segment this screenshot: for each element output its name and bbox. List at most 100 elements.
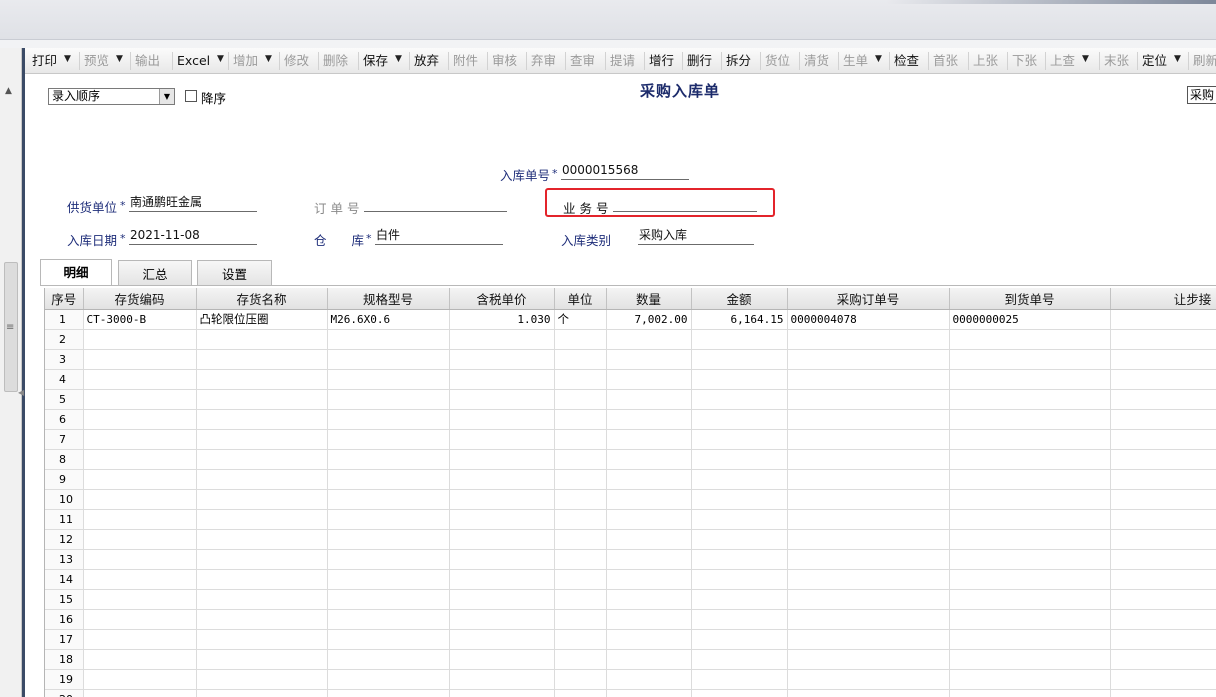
cell-concession[interactable] <box>1110 409 1216 430</box>
cell-unit[interactable] <box>554 589 607 610</box>
cell-unit[interactable] <box>554 409 607 430</box>
chevron-down-icon[interactable]: ▼ <box>217 54 224 64</box>
cell-item-code[interactable] <box>83 449 197 470</box>
left-scroll-pane[interactable]: ▲ ≡ <box>0 48 22 697</box>
toolbar-discard-button[interactable]: 放弃 <box>414 53 439 69</box>
toolbar-first-button[interactable]: 首张 <box>933 53 958 69</box>
cell-arrival-number[interactable] <box>949 489 1111 510</box>
column-header-spec[interactable]: 规格型号 <box>327 288 450 310</box>
cell-item-name[interactable] <box>196 449 328 470</box>
cell-quantity[interactable] <box>606 389 692 410</box>
column-header-item-code[interactable]: 存货编码 <box>83 288 197 310</box>
toolbar-preview-button[interactable]: 预览 <box>84 53 109 69</box>
table-row[interactable]: 10 <box>45 489 1216 510</box>
cell-quantity[interactable] <box>606 469 692 490</box>
cell-arrival-number[interactable] <box>949 349 1111 370</box>
cell-unit-price[interactable] <box>449 589 555 610</box>
table-row[interactable]: 13 <box>45 549 1216 570</box>
cell-item-code[interactable] <box>83 629 197 650</box>
cell-spec[interactable] <box>327 449 450 470</box>
cell-unit-price[interactable] <box>449 669 555 690</box>
cell-amount[interactable] <box>691 549 788 570</box>
toolbar-refresh-button[interactable]: 刷新 <box>1193 53 1216 69</box>
cell-amount[interactable] <box>691 589 788 610</box>
chevron-down-icon[interactable]: ▼ <box>116 54 123 64</box>
toolbar-edit-button[interactable]: 修改 <box>284 53 309 69</box>
cell-concession[interactable] <box>1110 629 1216 650</box>
cell-item-name[interactable] <box>196 549 328 570</box>
cell-arrival-number[interactable]: 0000000025 <box>949 309 1111 330</box>
cell-unit[interactable] <box>554 489 607 510</box>
cell-po-number[interactable] <box>787 469 950 490</box>
chevron-down-icon[interactable]: ▼ <box>265 54 272 64</box>
cell-concession[interactable] <box>1110 329 1216 350</box>
column-header-amount[interactable]: 金额 <box>691 288 788 310</box>
cell-item-name[interactable] <box>196 649 328 670</box>
cell-item-code[interactable] <box>83 529 197 550</box>
cell-quantity[interactable] <box>606 369 692 390</box>
cell-amount[interactable] <box>691 449 788 470</box>
cell-concession[interactable] <box>1110 649 1216 670</box>
cell-arrival-number[interactable] <box>949 429 1111 450</box>
column-header-quantity[interactable]: 数量 <box>606 288 692 310</box>
cell-spec[interactable] <box>327 409 450 430</box>
cell-quantity[interactable] <box>606 689 692 697</box>
tab-settings[interactable]: 设置 <box>197 260 272 286</box>
cell-unit[interactable] <box>554 429 607 450</box>
table-row[interactable]: 20 <box>45 689 1216 697</box>
cell-concession[interactable] <box>1110 569 1216 590</box>
toolbar-attachment-button[interactable]: 附件 <box>453 53 478 69</box>
cell-unit-price[interactable] <box>449 389 555 410</box>
cell-item-code[interactable] <box>83 509 197 530</box>
cell-arrival-number[interactable] <box>949 329 1111 350</box>
cell-unit[interactable] <box>554 509 607 530</box>
cell-item-code[interactable] <box>83 349 197 370</box>
chevron-down-icon[interactable]: ▼ <box>1174 54 1181 64</box>
cell-unit[interactable] <box>554 549 607 570</box>
toolbar-locate-button[interactable]: 定位 <box>1142 53 1167 69</box>
tab-detail[interactable]: 明细 <box>40 259 112 286</box>
cell-spec[interactable] <box>327 369 450 390</box>
cell-concession[interactable] <box>1110 509 1216 530</box>
cell-unit-price[interactable] <box>449 629 555 650</box>
cell-spec[interactable] <box>327 569 450 590</box>
cell-po-number[interactable] <box>787 449 950 470</box>
tab-summary[interactable]: 汇总 <box>118 260 192 286</box>
table-row[interactable]: 6 <box>45 409 1216 430</box>
toolbar-check-audit-button[interactable]: 查审 <box>570 53 595 69</box>
cell-spec[interactable] <box>327 349 450 370</box>
cell-spec[interactable] <box>327 629 450 650</box>
cell-concession[interactable] <box>1110 609 1216 630</box>
cell-item-code[interactable]: CT-3000-B <box>83 309 197 330</box>
cell-item-name[interactable] <box>196 509 328 530</box>
cell-po-number[interactable] <box>787 589 950 610</box>
toolbar-generate-button[interactable]: 生单 <box>843 53 868 69</box>
cell-quantity[interactable] <box>606 409 692 430</box>
cell-item-name[interactable] <box>196 689 328 697</box>
cell-unit[interactable] <box>554 369 607 390</box>
cell-spec[interactable] <box>327 429 450 450</box>
cell-item-name[interactable] <box>196 329 328 350</box>
toolbar-location-button[interactable]: 货位 <box>765 53 790 69</box>
toolbar-inspect-button[interactable]: 检查 <box>894 53 919 69</box>
cell-quantity[interactable] <box>606 349 692 370</box>
cell-concession[interactable] <box>1110 449 1216 470</box>
template-select[interactable]: 采购 <box>1187 86 1216 104</box>
cell-quantity[interactable] <box>606 429 692 450</box>
cell-arrival-number[interactable] <box>949 529 1111 550</box>
cell-concession[interactable] <box>1110 589 1216 610</box>
cell-unit-price[interactable] <box>449 369 555 390</box>
cell-item-code[interactable] <box>83 469 197 490</box>
toolbar-trace-button[interactable]: 上查 <box>1050 53 1075 69</box>
cell-spec[interactable] <box>327 329 450 350</box>
toolbar-save-button[interactable]: 保存 <box>363 53 388 69</box>
cell-item-code[interactable] <box>83 549 197 570</box>
cell-po-number[interactable] <box>787 329 950 350</box>
cell-amount[interactable] <box>691 689 788 697</box>
cell-spec[interactable] <box>327 389 450 410</box>
cell-amount[interactable] <box>691 489 788 510</box>
cell-amount[interactable] <box>691 669 788 690</box>
cell-quantity[interactable]: 7,002.00 <box>606 309 692 330</box>
table-row[interactable]: 16 <box>45 609 1216 630</box>
cell-item-name[interactable] <box>196 629 328 650</box>
